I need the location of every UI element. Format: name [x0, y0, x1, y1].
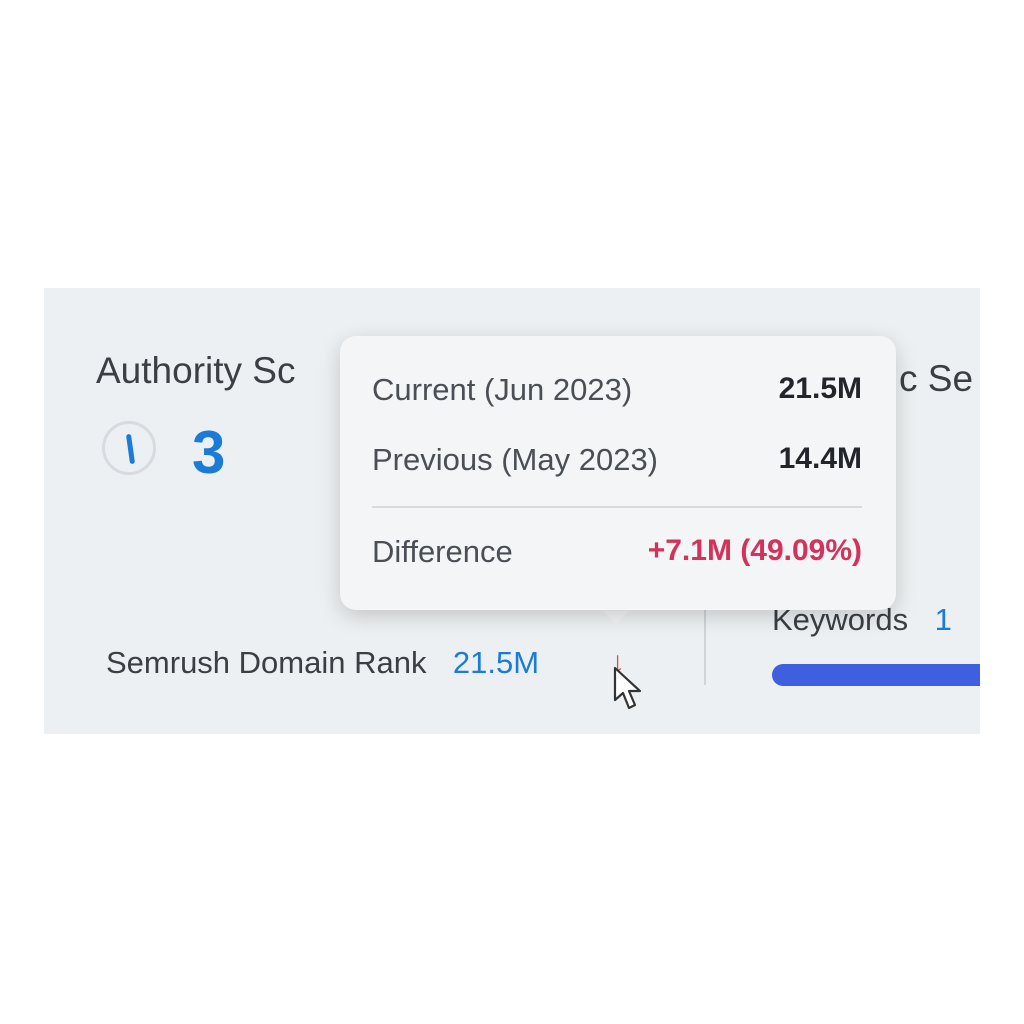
tooltip-current-label: Current (Jun 2023)	[372, 372, 633, 407]
tooltip-previous-value: 14.4M	[778, 442, 862, 475]
authority-score-gauge-fill	[125, 433, 136, 465]
tooltip-row-current: Current (Jun 2023) 21.5M	[372, 372, 862, 412]
domain-rank-label: Semrush Domain Rank	[106, 645, 427, 680]
screen-area: Authority Sc 3 c Se Semrush Domain Rank …	[44, 288, 980, 734]
tooltip-row-difference: Difference +7.1M (49.09%)	[372, 534, 862, 574]
tooltip-previous-label: Previous (May 2023)	[372, 442, 659, 477]
mouse-cursor-icon	[613, 666, 642, 710]
domain-rank-tooltip: Current (Jun 2023) 21.5M Previous (May 2…	[340, 336, 896, 610]
keywords-distribution-bar[interactable]	[772, 664, 980, 686]
tooltip-current-value: 21.5M	[778, 372, 862, 405]
authority-score-label: Authority Sc	[96, 350, 296, 391]
authority-score-gauge-icon	[102, 421, 156, 475]
column-divider	[704, 610, 706, 685]
organic-search-label: c Se	[899, 358, 974, 399]
domain-rank-row: Semrush Domain Rank 21.5M	[106, 645, 539, 685]
authority-score-value[interactable]: 3	[192, 418, 225, 487]
keywords-value[interactable]: 1	[935, 602, 952, 637]
domain-rank-value[interactable]: 21.5M	[453, 645, 539, 680]
domain-overview-panel: Authority Sc 3 c Se Semrush Domain Rank …	[44, 288, 980, 734]
tooltip-separator	[372, 506, 862, 508]
tooltip-difference-value: +7.1M (49.09%)	[647, 534, 862, 567]
tooltip-row-previous: Previous (May 2023) 14.4M	[372, 442, 862, 482]
photo-frame: Authority Sc 3 c Se Semrush Domain Rank …	[0, 0, 1024, 1024]
tooltip-difference-label: Difference	[372, 534, 513, 569]
